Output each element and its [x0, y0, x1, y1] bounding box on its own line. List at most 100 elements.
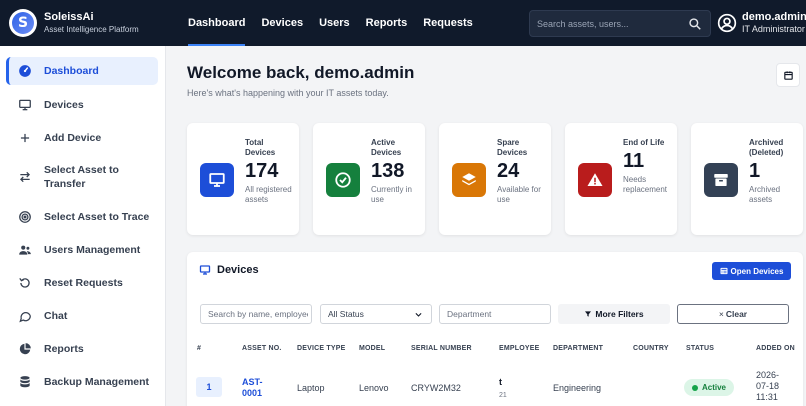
global-search [529, 10, 711, 37]
more-filters-label: More Filters [595, 309, 644, 319]
monitor-icon [209, 173, 225, 187]
stat-label: Active Devices [371, 138, 402, 157]
stat-card-archived[interactable]: Archived (Deleted) 1 Archived assets [691, 123, 803, 235]
stat-card-total[interactable]: Total Devices 174 All registered assets [187, 123, 299, 235]
clear-filters-button[interactable]: × Clear [677, 304, 789, 324]
employee-name: t [499, 377, 502, 387]
status-select[interactable]: All Status [320, 304, 432, 324]
layers-icon [462, 173, 476, 186]
clear-label: Clear [725, 309, 748, 319]
monitor-icon [199, 265, 211, 275]
monitor-icon [19, 99, 31, 111]
stat-value: 138 [371, 160, 405, 182]
nav-dashboard[interactable]: Dashboard [188, 0, 246, 46]
filter-icon [585, 311, 592, 317]
sidebar-item-trace[interactable]: Select Asset to Trace [6, 209, 158, 225]
sidebar: Dashboard Devices Add Device Select Asse… [0, 46, 166, 406]
sidebar-item-label: Reports [44, 343, 84, 355]
added-on-cell: 2026- 07-18 11:31 [756, 370, 779, 403]
device-search-placeholder: Search by name, employee [208, 309, 308, 319]
chevron-down-icon [415, 312, 422, 317]
column-header[interactable]: EMPLOYEE [499, 345, 540, 352]
plus-icon [20, 133, 30, 143]
users-icon [19, 245, 31, 255]
column-header[interactable]: ASSET NO. [242, 345, 282, 352]
nav-users[interactable]: Users [319, 0, 350, 46]
asset-no-part: AST- [242, 377, 263, 387]
status-dot-icon [691, 384, 698, 391]
stat-icon-bg [578, 163, 612, 197]
check-circle-icon [335, 172, 351, 188]
serial-cell: CRYW2M32 [411, 383, 461, 393]
search-input[interactable] [537, 18, 687, 29]
calendar-button[interactable] [776, 63, 800, 87]
column-header[interactable]: MODEL [359, 345, 385, 352]
added-on-part: 2026- [756, 370, 780, 380]
stat-label: Archived (Deleted) [749, 138, 784, 157]
column-header[interactable]: SERIAL NUMBER [411, 345, 472, 352]
sidebar-item-chat[interactable]: Chat [6, 308, 158, 324]
stat-card-active[interactable]: Active Devices 138 Currently in use [313, 123, 425, 235]
brand-subtitle: Asset Intelligence Platform [44, 25, 139, 34]
sidebar-item-add-device[interactable]: Add Device [6, 130, 158, 146]
stat-label: End of Life [623, 138, 665, 147]
sidebar-item-reports[interactable]: Reports [6, 341, 158, 357]
column-header[interactable]: # [197, 345, 201, 352]
stat-icon-bg [704, 163, 738, 197]
asset-no-link[interactable]: AST- 0001 [242, 377, 263, 399]
devices-panel-header: Devices [199, 264, 259, 276]
sidebar-item-backup[interactable]: Backup Management [6, 374, 158, 390]
sidebar-item-users-management[interactable]: Users Management [6, 242, 158, 258]
added-on-part: 11:31 [756, 392, 778, 402]
database-icon [20, 376, 30, 388]
status-select-value: All Status [328, 309, 364, 319]
nav-reports[interactable]: Reports [366, 0, 408, 46]
more-filters-button[interactable]: More Filters [558, 304, 670, 324]
department-cell: Engineering [553, 383, 602, 393]
brand[interactable]: S SoleissAi Asset Intelligence Platform [9, 9, 139, 37]
status-label: Active [701, 383, 726, 392]
column-header[interactable]: DEPARTMENT [553, 345, 603, 352]
column-header[interactable]: STATUS [686, 345, 714, 352]
devices-panel-title: Devices [217, 264, 259, 276]
stat-value: 11 [623, 150, 645, 172]
reset-icon [19, 277, 30, 288]
stat-desc: Needs replacement [623, 175, 668, 194]
sidebar-item-transfer[interactable]: Select Asset to Transfer [6, 162, 158, 192]
column-header[interactable]: DEVICE TYPE [297, 345, 346, 352]
sidebar-item-label: Chat [44, 310, 68, 322]
archive-icon [714, 174, 728, 186]
calendar-icon [783, 70, 793, 80]
stat-value: 24 [497, 160, 520, 182]
open-devices-button[interactable]: Open Devices [712, 262, 791, 280]
stat-icon-bg [452, 163, 486, 197]
sidebar-item-label: Select Asset to Transfer [44, 164, 119, 190]
user-menu[interactable]: demo.admin IT Administrator [717, 11, 806, 35]
stat-desc: Available for use [497, 185, 541, 204]
department-input[interactable]: Department [439, 304, 551, 324]
asset-no-part: 0001 [242, 388, 263, 398]
added-on-part: 07-18 [756, 381, 780, 391]
warning-icon [587, 173, 603, 186]
top-navbar: S SoleissAi Asset Intelligence Platform … [0, 0, 806, 46]
nav-requests[interactable]: Requests [423, 0, 473, 46]
stat-card-end-of-life[interactable]: End of Life 11 Needs replacement [565, 123, 677, 235]
open-devices-label: Open Devices [730, 266, 784, 276]
search-icon[interactable] [688, 17, 702, 31]
device-search-input[interactable]: Search by name, employee [200, 304, 312, 324]
sidebar-item-reset-requests[interactable]: Reset Requests [6, 275, 158, 291]
logo-mark: S [12, 12, 34, 34]
page-title: Welcome back, demo.admin [187, 63, 415, 82]
model-cell: Lenovo [359, 383, 389, 393]
stat-card-spare[interactable]: Spare Devices 24 Available for use [439, 123, 551, 235]
column-header[interactable]: COUNTRY [633, 345, 669, 352]
sidebar-item-label: Dashboard [44, 65, 99, 77]
sidebar-item-dashboard[interactable]: Dashboard [6, 57, 158, 85]
sidebar-item-devices[interactable]: Devices [6, 97, 158, 113]
nav-devices[interactable]: Devices [261, 0, 303, 46]
sidebar-item-label: Select Asset to Trace [44, 211, 150, 223]
devices-panel: Devices Open Devices Search by name, emp… [187, 252, 803, 406]
table-icon [720, 267, 728, 275]
column-header[interactable]: ADDED ON [756, 345, 795, 352]
stat-label: Spare Devices [497, 138, 528, 157]
